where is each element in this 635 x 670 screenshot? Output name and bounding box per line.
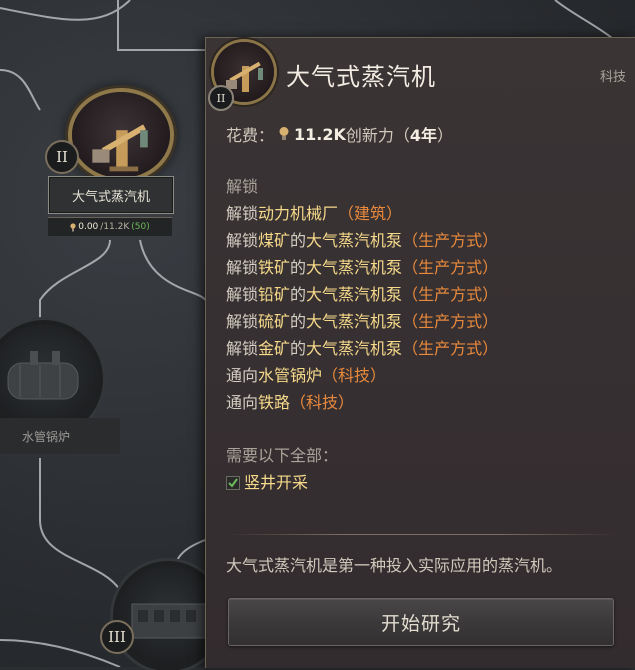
unlocks-heading: 解锁 xyxy=(226,177,259,196)
railway-car-icon xyxy=(131,603,209,639)
tier-badge: II xyxy=(45,140,79,174)
requirements-heading: 需要以下全部： xyxy=(226,446,339,465)
unlock-item: 解锁铅矿的大气蒸汽机泵（生产方式） xyxy=(226,285,499,304)
unlock-target-link[interactable]: 铁路 xyxy=(258,393,290,412)
checkmark-icon xyxy=(226,475,240,490)
water-tube-boiler-label[interactable]: 水管锅炉 xyxy=(0,418,120,454)
tier-badge-iii: III xyxy=(100,620,134,654)
unlock-target-link[interactable]: 铁矿 xyxy=(258,258,290,277)
unlock-item: 解锁动力机械厂（建筑） xyxy=(226,204,403,223)
requirements-section: 需要以下全部： 竖井开采 xyxy=(226,442,338,496)
unlock-target-link[interactable]: 金矿 xyxy=(258,339,290,358)
unlock-item: 通向铁路（科技） xyxy=(226,393,355,412)
progress-turns: (50) xyxy=(131,222,150,232)
unlock-item: 解锁硫矿的大气蒸汽机泵（生产方式） xyxy=(226,312,499,331)
unlock-item: 解锁铁矿的大气蒸汽机泵（生产方式） xyxy=(226,258,499,277)
tooltip-tier-badge: II xyxy=(208,85,234,111)
unlock-target-link[interactable]: 大气蒸汽机泵 xyxy=(306,258,402,277)
tooltip-category: 科技 xyxy=(599,70,626,85)
unlock-target-link[interactable]: 大气蒸汽机泵 xyxy=(306,285,402,304)
tech-node-water-tube-boiler[interactable] xyxy=(0,325,98,433)
unlock-target-link[interactable]: 铅矿 xyxy=(258,285,290,304)
selected-node-label[interactable]: 大气式蒸汽机 xyxy=(48,176,174,214)
requirement-link[interactable]: 竖井开采 xyxy=(244,469,308,496)
unlock-item: 通向水管锅炉（科技） xyxy=(226,366,387,385)
unlocks-section: 解锁 解锁动力机械厂（建筑） 解锁煤矿的大气蒸汽机泵（生产方式） 解锁铁矿的大气… xyxy=(226,173,498,416)
start-research-button[interactable]: 开始研究 xyxy=(228,598,614,646)
innovation-bulb-icon xyxy=(279,127,289,140)
research-cost: 花费： 11.2K 创新力（ 4年） xyxy=(226,122,453,146)
requirement-item: 竖井开采 xyxy=(226,469,338,496)
tech-node-selected[interactable] xyxy=(72,92,170,178)
unlock-target-link[interactable]: 大气蒸汽机泵 xyxy=(306,231,402,250)
tech-tooltip-panel: II 大气式蒸汽机 科技 花费： 11.2K 创新力（ 4年） 解锁 解锁动力机械… xyxy=(205,37,635,668)
divider xyxy=(226,534,616,535)
unlock-target-link[interactable]: 大气蒸汽机泵 xyxy=(306,312,402,331)
tooltip-title: 大气式蒸汽机 xyxy=(286,63,436,91)
tech-description: 大气式蒸汽机是第一种投入实际应用的蒸汽机。 xyxy=(226,556,563,575)
innovation-bulb-icon xyxy=(70,222,76,231)
progress-current: 0.00 xyxy=(78,222,99,232)
cost-close: ） xyxy=(437,126,454,145)
unlock-target-link[interactable]: 动力机械厂 xyxy=(258,204,338,223)
unlock-target-link[interactable]: 大气蒸汽机泵 xyxy=(306,339,402,358)
cost-time: 4年 xyxy=(409,126,438,145)
boiler-icon xyxy=(7,351,79,400)
cost-label: 花费： xyxy=(226,126,275,145)
unlock-item: 解锁煤矿的大气蒸汽机泵（生产方式） xyxy=(226,231,499,250)
steam-engine-icon xyxy=(92,124,148,172)
cost-value: 11.2K xyxy=(294,124,346,144)
cost-unit: 创新力（ xyxy=(345,126,410,145)
unlock-target-link[interactable]: 煤矿 xyxy=(258,231,290,250)
progress-total: /11.2K xyxy=(100,222,130,232)
selected-node-progress: 0.00/11.2K (50) xyxy=(48,217,172,236)
unlock-target-link[interactable]: 硫矿 xyxy=(258,312,290,331)
tech-node-railway[interactable] xyxy=(118,566,218,666)
unlock-item: 解锁金矿的大气蒸汽机泵（生产方式） xyxy=(226,339,499,358)
unlock-target-link[interactable]: 水管锅炉 xyxy=(258,366,322,385)
